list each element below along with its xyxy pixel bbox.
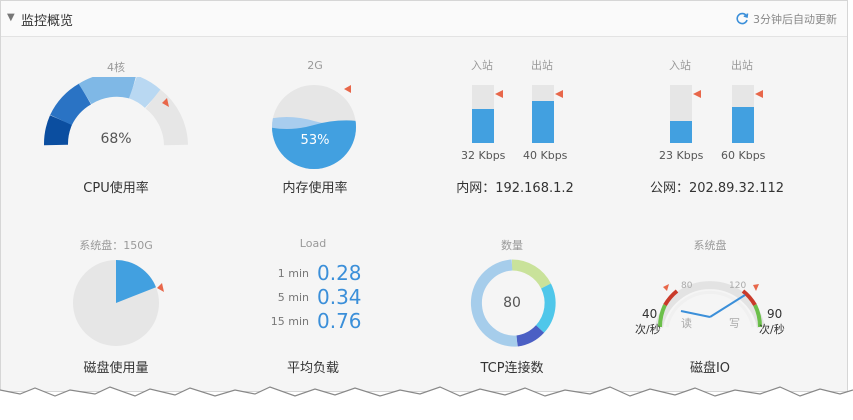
net-public-out-marker [755, 90, 763, 98]
net-public-label: 公网：202.89.32.112 [649, 181, 785, 196]
chevron-down-icon[interactable]: ▼ [7, 12, 15, 23]
net-internal-in-title: 入站 [471, 59, 493, 72]
mem-cell: 2G 53% 内存使用率 [241, 49, 401, 209]
io-write-needle [709, 294, 746, 318]
net-internal-in-bar [472, 85, 494, 143]
page-title: 监控概览 [21, 14, 74, 29]
load-1min-value: 0.28 [317, 261, 362, 285]
net-public-out-fill [732, 107, 754, 143]
tcp-value: 80 [503, 295, 521, 311]
io-read-label: 读 [681, 317, 692, 330]
cpu-cores: 4核 [107, 61, 125, 74]
io-write-marker [753, 284, 759, 291]
cpu-value: 68% [100, 131, 132, 147]
disk-cell: 系统盘：150G 磁盘使用量 [41, 229, 201, 379]
cpu-gauge-seg [50, 83, 92, 126]
cpu-gauge-seg [128, 77, 162, 109]
mem-value: 53% [300, 133, 330, 148]
cpu-gauge-seg [78, 77, 136, 105]
net-internal-out-value: 40 Kbps [523, 149, 568, 162]
net-internal-in-fill [472, 109, 494, 143]
tcp-seg [515, 325, 545, 347]
io-title: 系统盘 [693, 239, 727, 252]
load-label: 平均负载 [286, 361, 339, 376]
io-write-value: 90 [767, 307, 783, 321]
refresh-text: 3分钟后自动更新 [753, 13, 837, 26]
disk-label: 磁盘使用量 [83, 361, 149, 376]
net-public-out-bar [732, 85, 754, 143]
io-gauge [655, 281, 765, 328]
io-write-label: 写 [729, 317, 740, 330]
net-public-in-fill [670, 121, 692, 143]
io-read-marker [663, 284, 669, 291]
net-public-cell: 入站 出站 23 Kbps 60 Kbps 公网：202.89.32.112 [649, 49, 789, 209]
net-internal-in-marker [495, 90, 503, 98]
monitor-panel: ▼ 监控概览 3分钟后自动更新 4核 68% CPU使用率 2G 53% 内存使… [0, 0, 848, 392]
refresh-button[interactable]: 3分钟后自动更新 [735, 11, 837, 27]
tcp-cell: 数量 80 TCP连接数 [451, 229, 591, 379]
load-row-5min: 5 min 0.34 [261, 285, 381, 309]
cpu-cell: 4核 68% CPU使用率 [41, 49, 201, 209]
mem-marker [344, 85, 351, 93]
io-tick-high: 120 [729, 281, 747, 291]
net-public-in-marker [693, 90, 701, 98]
load-1min-label: 1 min [277, 267, 309, 280]
load-5min-label: 5 min [277, 291, 309, 304]
load-15min-label: 15 min [270, 315, 309, 328]
io-tick-low: 80 [681, 281, 693, 291]
net-public-out-title: 出站 [731, 59, 753, 72]
io-write-unit: 次/秒 [759, 323, 785, 336]
net-internal-out-fill [532, 101, 554, 143]
disk-total: 系统盘：150G [79, 239, 153, 252]
cpu-label: CPU使用率 [83, 181, 149, 196]
refresh-icon [736, 12, 749, 25]
tcp-title: 数量 [501, 239, 523, 252]
mem-ball [272, 85, 356, 169]
torn-edge [0, 386, 853, 420]
load-cell: Load 1 min 0.28 5 min 0.34 15 min 0.76 平… [261, 229, 401, 379]
panel-header: ▼ 监控概览 3分钟后自动更新 [1, 1, 847, 37]
net-internal-out-marker [555, 90, 563, 98]
disk-marker [157, 283, 164, 292]
disk-pie [73, 260, 164, 346]
io-read-unit: 次/秒 [635, 323, 661, 336]
net-internal-out-title: 出站 [531, 59, 553, 72]
net-public-out-value: 60 Kbps [721, 149, 766, 162]
load-row-1min: 1 min 0.28 [261, 261, 381, 285]
net-internal-in-value: 32 Kbps [461, 149, 506, 162]
net-internal-label: 内网：192.168.1.2 [456, 181, 574, 196]
tcp-seg [511, 259, 551, 289]
io-cell: 系统盘 80 120 读 写 40 次/秒 90 次/秒 磁盘IO [629, 229, 799, 379]
net-public-in-value: 23 Kbps [659, 149, 704, 162]
load-row-15min: 15 min 0.76 [261, 309, 381, 333]
mem-label: 内存使用率 [282, 181, 348, 196]
mem-total: 2G [307, 59, 323, 72]
io-label: 磁盘IO [689, 361, 731, 376]
net-internal-out-bar [532, 85, 554, 143]
load-5min-value: 0.34 [317, 285, 362, 309]
net-public-in-title: 入站 [669, 59, 691, 72]
load-15min-value: 0.76 [317, 309, 362, 333]
net-public-in-bar [670, 85, 692, 143]
io-read-value: 40 [642, 307, 658, 321]
tcp-label: TCP连接数 [480, 361, 544, 376]
net-internal-cell: 入站 出站 32 Kbps 40 Kbps 内网：192.168.1.2 [451, 49, 591, 209]
load-title: Load [299, 237, 327, 250]
